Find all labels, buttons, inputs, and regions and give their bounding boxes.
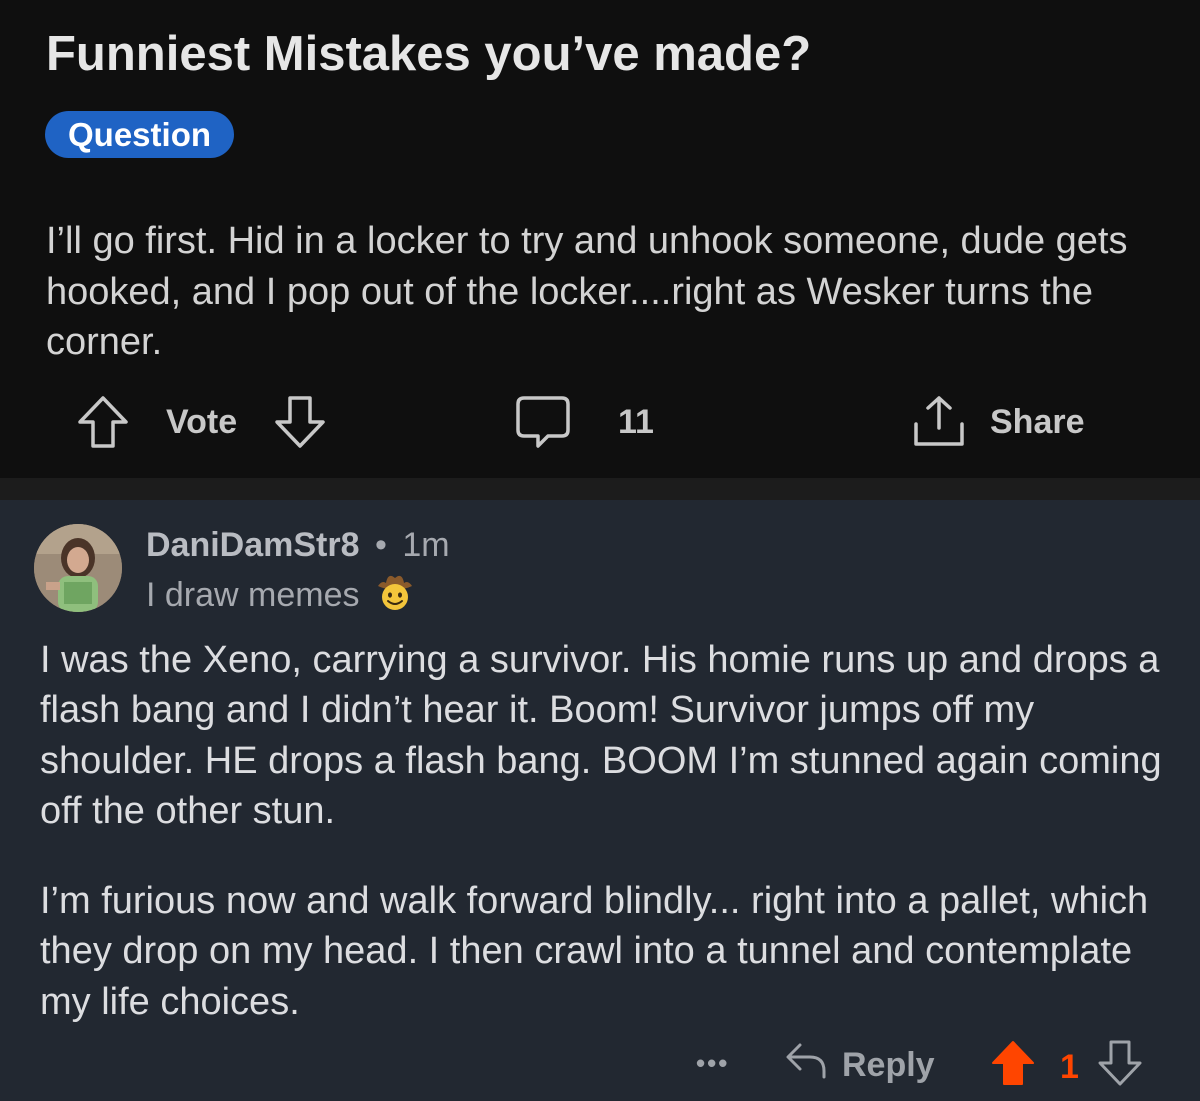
reply-label: Reply (842, 1046, 935, 1084)
share-icon (910, 394, 968, 450)
share-button[interactable]: Share (910, 394, 1085, 450)
comments-button[interactable]: 11 (514, 394, 654, 450)
cowboy-face-icon (374, 570, 416, 621)
post-card: Funniest Mistakes you’ve made? Question … (0, 0, 1200, 478)
post-vote-group: Vote (76, 394, 327, 450)
reply-arrow-icon (784, 1039, 828, 1092)
post-body: I’ll go first. Hid in a locker to try an… (46, 220, 1128, 363)
vote-label: Vote (166, 402, 238, 441)
user-flair-text: I draw memes (146, 576, 360, 614)
comment-vote-group: 1 (990, 1039, 1143, 1096)
user-flair: I draw memes (146, 570, 416, 621)
comment-count: 11 (618, 402, 654, 441)
downvote-icon[interactable] (273, 394, 327, 450)
comment-bubble-icon (514, 394, 572, 450)
post-flair-badge[interactable]: Question (45, 111, 235, 158)
comment-card: DaniDamStr8 • 1m I draw memes I was the … (0, 500, 1200, 1101)
reply-button[interactable]: Reply (784, 1039, 935, 1092)
comment-body: I was the Xeno, carrying a survivor. His… (40, 635, 1170, 1067)
upvote-icon[interactable] (990, 1039, 1036, 1096)
share-label: Share (990, 402, 1085, 441)
comment-timestamp: 1m (402, 526, 450, 564)
comment-paragraph: I’m furious now and walk forward blindly… (40, 880, 1149, 1023)
section-divider (0, 478, 1200, 500)
username[interactable]: DaniDamStr8 (146, 526, 360, 564)
meta-separator: • (374, 526, 387, 564)
comment-paragraph: I was the Xeno, carrying a survivor. His… (40, 639, 1162, 832)
upvote-icon[interactable] (76, 394, 130, 450)
avatar[interactable] (34, 524, 122, 612)
downvote-icon[interactable] (1097, 1039, 1143, 1096)
comment-score: 1 (1060, 1048, 1079, 1086)
comment-author[interactable]: DaniDamStr8 • 1m (146, 526, 450, 565)
post-title: Funniest Mistakes you’ve made? (46, 27, 812, 81)
more-options-button[interactable]: ••• (696, 1048, 729, 1079)
